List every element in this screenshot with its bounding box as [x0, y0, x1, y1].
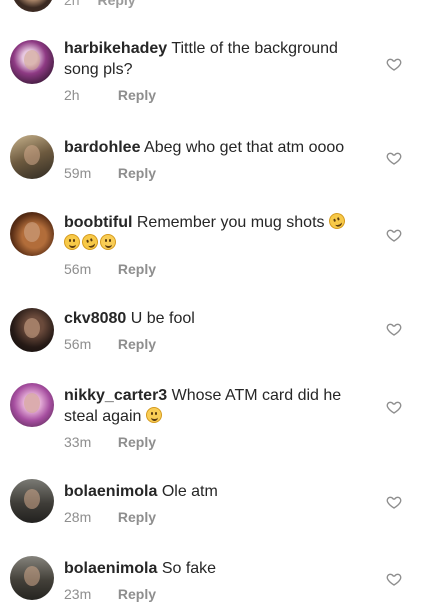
- comment-body: ckv8080 U be fool 56m Reply: [64, 308, 364, 353]
- comment-body: bolaenimola So fake 23m Reply: [64, 558, 364, 603]
- reply-button[interactable]: Reply: [97, 0, 135, 8]
- avatar[interactable]: [10, 308, 54, 352]
- comment-body: bolaenimola Ole atm 28m Reply: [64, 481, 364, 526]
- avatar[interactable]: [12, 0, 54, 12]
- comment-username[interactable]: harbikehadey: [64, 40, 167, 57]
- relieved-emoji: [145, 407, 162, 423]
- reply-button[interactable]: Reply: [118, 509, 156, 525]
- heart-outline-icon[interactable]: [386, 56, 402, 72]
- reply-button[interactable]: Reply: [118, 434, 156, 450]
- comment-text: So fake: [161, 560, 217, 577]
- avatar[interactable]: [10, 40, 54, 84]
- rolling-on-floor-laughing-emoji: [79, 231, 101, 253]
- comment-time: 2h: [64, 0, 80, 8]
- avatar[interactable]: [10, 383, 54, 427]
- comment-time: 56m: [64, 336, 92, 352]
- grinning-sweat-emoji: [64, 234, 80, 250]
- comment-username[interactable]: ckv8080: [64, 310, 126, 327]
- comment-time: 33m: [64, 434, 92, 450]
- comment-meta: 59m Reply: [64, 164, 364, 182]
- comment-username[interactable]: bardohlee: [64, 139, 140, 156]
- comment-time: 2h: [64, 87, 80, 103]
- comment-meta: 2h Reply: [64, 86, 364, 104]
- comment-text: Ole atm: [161, 483, 218, 500]
- heart-outline-icon[interactable]: [386, 494, 402, 510]
- avatar[interactable]: [10, 135, 54, 179]
- avatar[interactable]: [10, 479, 54, 523]
- comment-body: harbikehadey Tittle of the background so…: [64, 38, 364, 104]
- heart-outline-icon[interactable]: [386, 150, 402, 166]
- smirk-emoji: [100, 234, 116, 250]
- comment-meta: 33m Reply: [64, 433, 364, 451]
- partial-comment: 2h Reply: [0, 0, 427, 14]
- reply-button[interactable]: Reply: [118, 336, 156, 352]
- comment-meta: 56m Reply: [64, 335, 364, 353]
- heart-outline-icon[interactable]: [386, 399, 402, 415]
- comment-username[interactable]: nikky_carter3: [64, 387, 167, 404]
- comment-time: 56m: [64, 261, 92, 277]
- reply-button[interactable]: Reply: [118, 261, 156, 277]
- avatar[interactable]: [10, 212, 54, 256]
- comment-body: nikky_carter3 Whose ATM card did he stea…: [64, 385, 364, 451]
- heart-outline-icon[interactable]: [386, 227, 402, 243]
- comment-time: 59m: [64, 165, 92, 181]
- comment-text: Remember you mug shots: [136, 214, 325, 231]
- comment-username[interactable]: boobtiful: [64, 214, 132, 231]
- reply-button[interactable]: Reply: [118, 165, 156, 181]
- heart-outline-icon[interactable]: [386, 321, 402, 337]
- reply-button[interactable]: Reply: [118, 87, 156, 103]
- comment-time: 28m: [64, 509, 92, 525]
- comment-meta: 2h Reply: [64, 0, 136, 8]
- comment-body: bardohlee Abeg who get that atm oooo 59m…: [64, 137, 364, 182]
- comment-text: U be fool: [130, 310, 195, 327]
- comment-text: Abeg who get that atm oooo: [144, 139, 345, 156]
- heart-outline-icon[interactable]: [386, 571, 402, 587]
- rolling-on-floor-laughing-emoji: [326, 210, 348, 232]
- comment-username[interactable]: bolaenimola: [64, 560, 157, 577]
- comment-username[interactable]: bolaenimola: [64, 483, 157, 500]
- comment-meta: 56m Reply: [64, 260, 364, 278]
- comment-time: 23m: [64, 586, 92, 602]
- comment-meta: 28m Reply: [64, 508, 364, 526]
- comment-meta: 23m Reply: [64, 585, 364, 603]
- avatar[interactable]: [10, 556, 54, 600]
- comment-body: boobtiful Remember you mug shots 56m Rep…: [64, 210, 364, 278]
